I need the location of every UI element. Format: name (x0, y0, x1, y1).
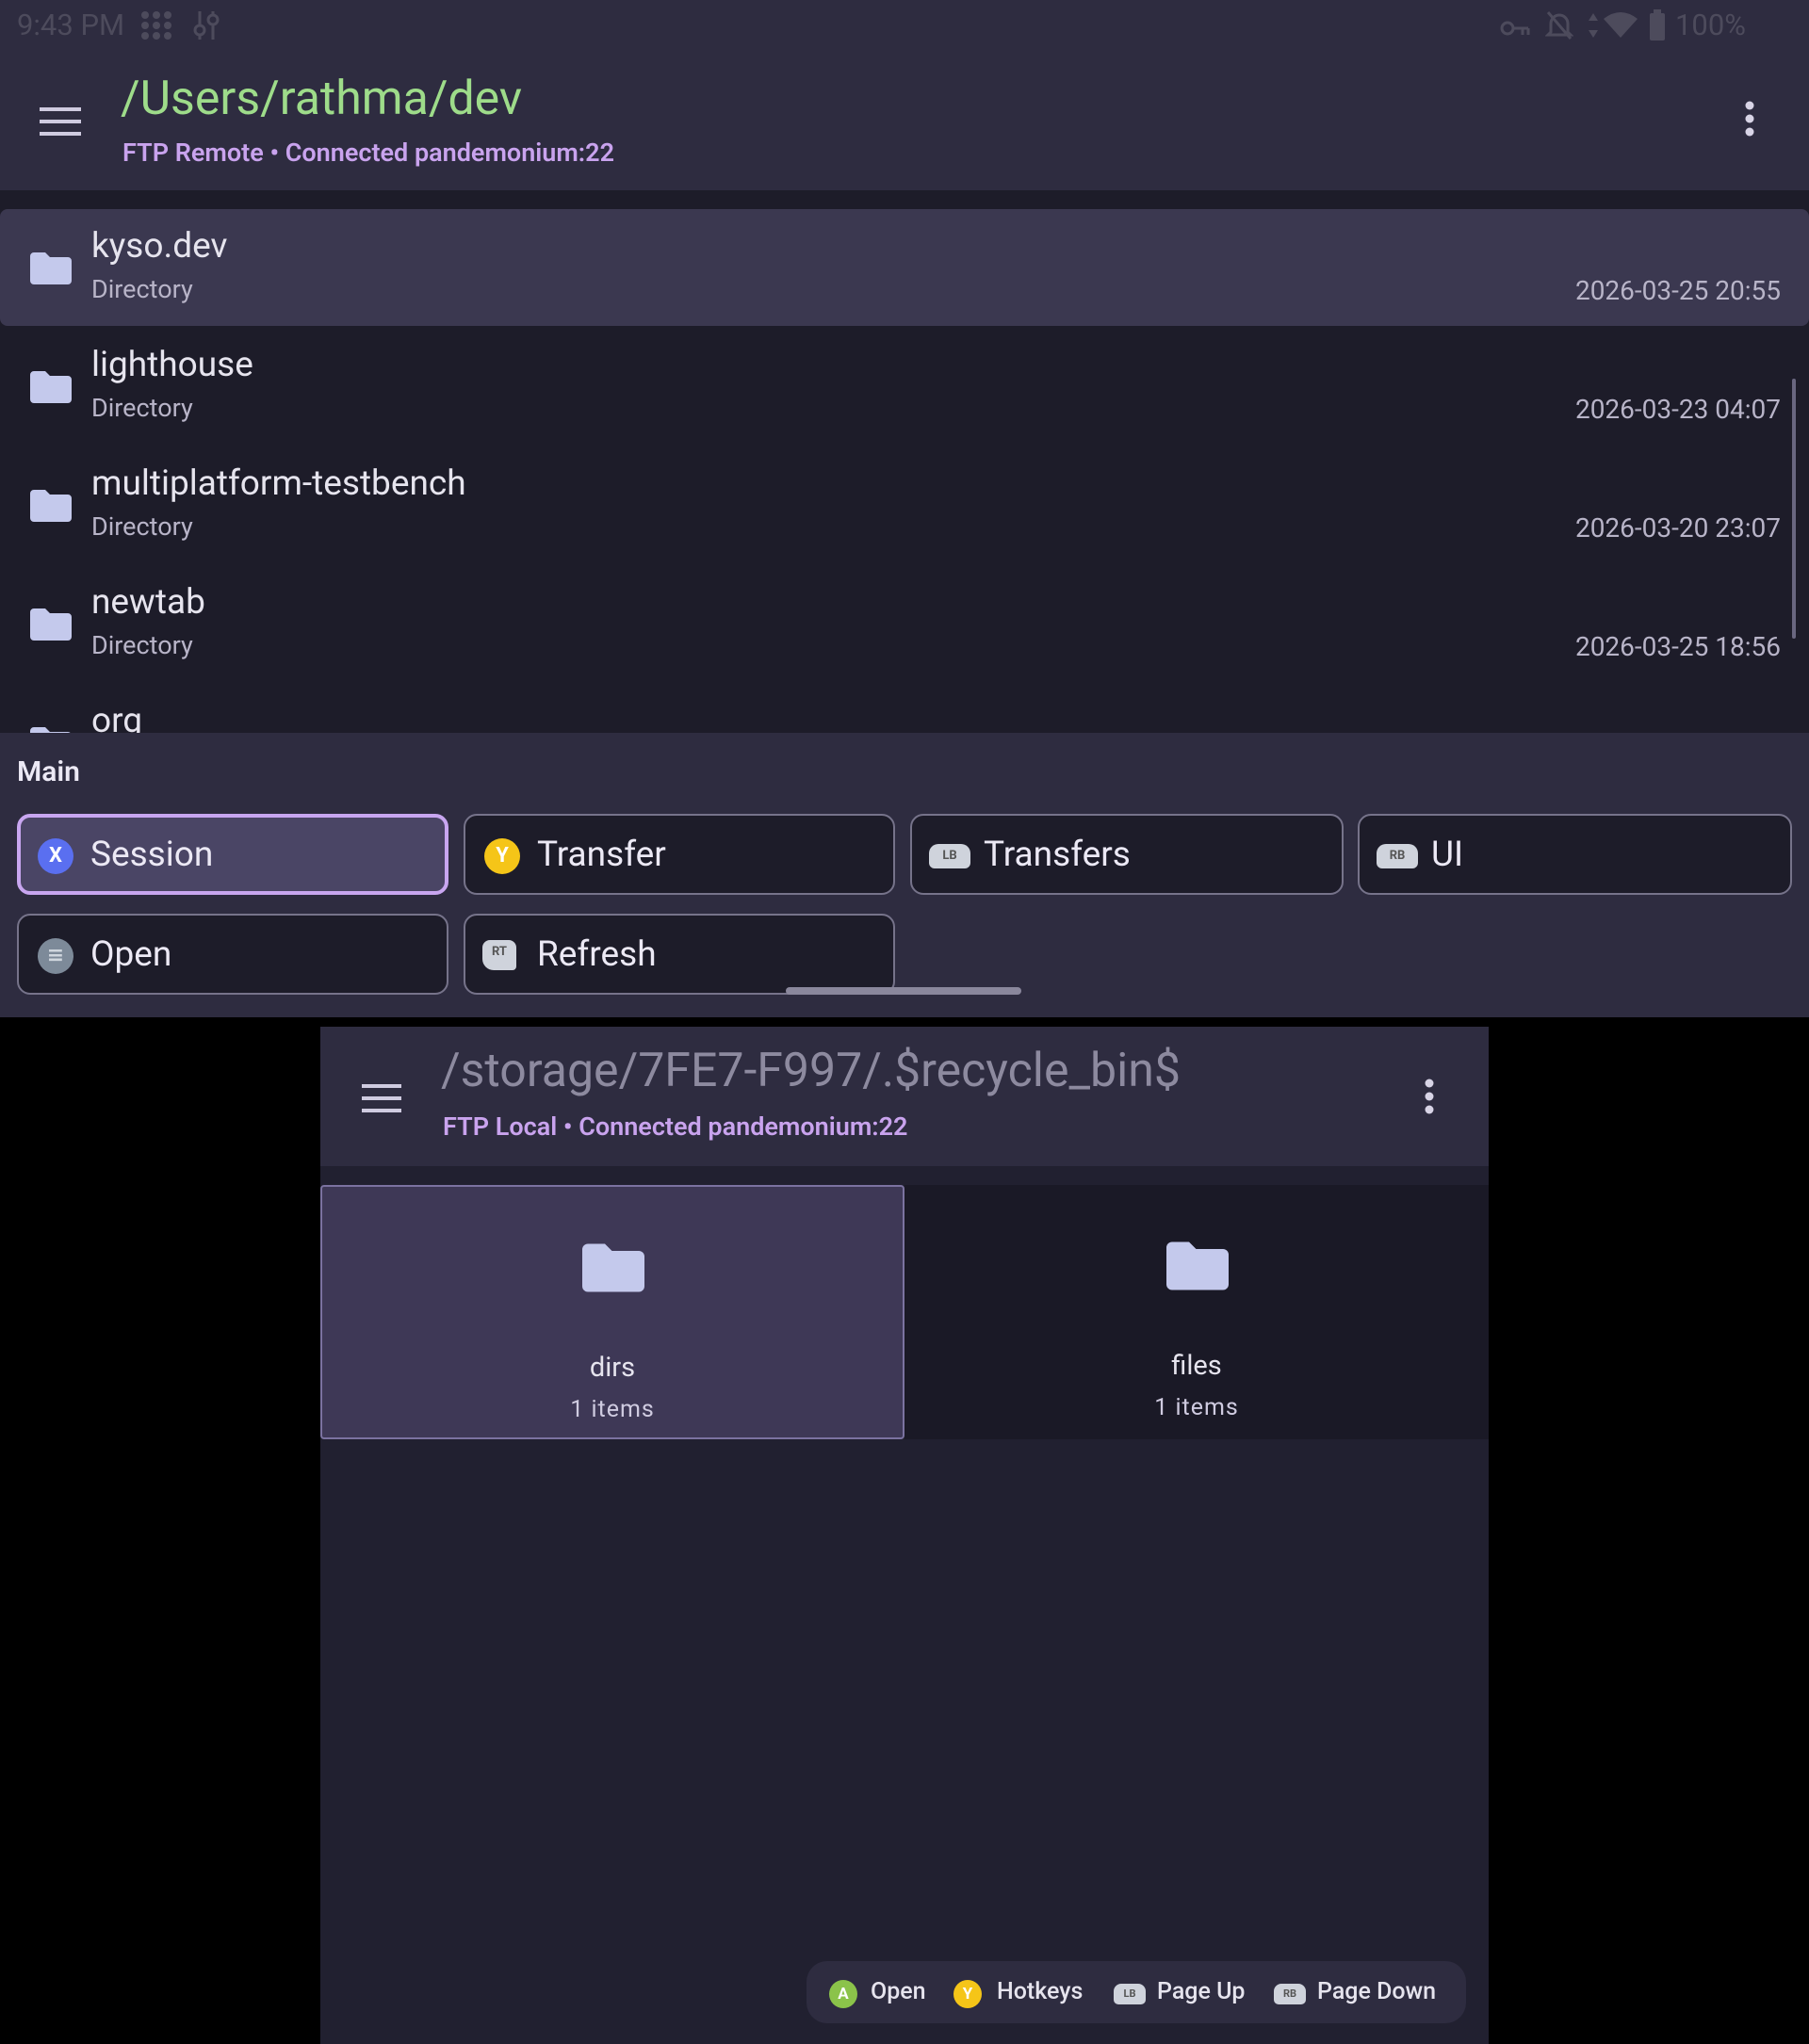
list-item[interactable]: kyso.dev Directory 2026-03-25 20:55 (0, 209, 1809, 326)
folder-icon (30, 252, 72, 288)
folder-icon (1166, 1241, 1229, 1294)
hotkey-sheet: Main X Session Y Transfer LB Transfers R… (0, 733, 1809, 1017)
refresh-button[interactable]: RT Refresh (464, 914, 895, 995)
button-label: Session (90, 835, 214, 875)
more-vert-icon[interactable] (1423, 1078, 1436, 1119)
sheet-title: Main (17, 755, 80, 788)
entry-date: 2026-03-25 20:55 (1574, 275, 1781, 306)
button-label: Transfers (984, 835, 1131, 875)
entry-name: lighthouse (91, 345, 253, 385)
entry-date: 2026-03-23 04:07 (1574, 394, 1781, 425)
entry-type: Directory (91, 274, 193, 304)
drag-handle[interactable] (786, 987, 1021, 995)
tile-name: dirs (589, 1352, 636, 1384)
rt-button-icon: RT (482, 940, 516, 970)
menu-icon[interactable] (362, 1083, 403, 1117)
entry-date: 2026-03-25 18:56 (1574, 631, 1781, 662)
notifications-off-icon (1544, 9, 1574, 49)
session-button[interactable]: X Session (17, 814, 448, 895)
tile-count: 1 items (570, 1396, 655, 1423)
folder-icon (30, 371, 72, 407)
folder-icon (30, 608, 72, 644)
local-pane: /storage/7FE7-F997/.$recycle_bin$ FTP Lo… (320, 1027, 1489, 2044)
entry-name: kyso.dev (91, 226, 228, 267)
hint-page-down: Page Down (1317, 1978, 1437, 2005)
button-label: Refresh (537, 934, 657, 975)
hint-hotkeys: Hotkeys (997, 1978, 1084, 2005)
local-app-bar: /storage/7FE7-F997/.$recycle_bin$ FTP Lo… (320, 1027, 1489, 1166)
tune-icon (192, 9, 220, 49)
rb-button-icon: RB (1274, 1984, 1306, 2004)
folder-icon (30, 490, 72, 526)
y-button-icon: Y (953, 1980, 982, 2008)
hint-open: Open (871, 1978, 926, 2005)
entry-type: Directory (91, 630, 193, 660)
remote-connection-subtitle: FTP Remote • Connected pandemonium:22 (122, 138, 615, 168)
controller-hints-bar: A Open Y Hotkeys LB Page Up RB Page Down (807, 1961, 1466, 2023)
vpn-key-icon (1500, 13, 1530, 48)
entry-name: newtab (91, 582, 205, 623)
list-item[interactable]: org (0, 684, 1809, 733)
data-transfer-icon (1587, 11, 1600, 47)
a-button-icon: A (829, 1980, 857, 2008)
remote-file-list[interactable]: kyso.dev Directory 2026-03-25 20:55 ligh… (0, 190, 1809, 733)
menu-icon[interactable] (40, 105, 83, 141)
status-bar: 9:43 PM 100% (0, 0, 1809, 53)
button-label: Transfer (537, 835, 666, 875)
entry-name: org (91, 701, 143, 733)
grid-tile[interactable]: dirs 1 items (320, 1185, 904, 1439)
open-button[interactable]: ≡ Open (17, 914, 448, 995)
entry-date: 2026-03-20 23:07 (1574, 512, 1781, 543)
scrollbar[interactable] (1792, 379, 1796, 639)
status-time: 9:43 PM (17, 8, 125, 42)
tile-count: 1 items (1154, 1394, 1239, 1421)
more-vert-icon[interactable] (1743, 100, 1756, 141)
apps-grid-icon (139, 9, 173, 49)
remote-path-title: /Users/rathma/dev (121, 72, 523, 126)
wifi-icon (1602, 11, 1639, 47)
remote-app-bar: /Users/rathma/dev FTP Remote • Connected… (0, 53, 1809, 190)
rb-button-icon: RB (1377, 844, 1418, 868)
hint-page-up: Page Up (1157, 1978, 1246, 2005)
button-label: Open (90, 934, 172, 975)
list-item[interactable]: multiplatform-testbench Directory 2026-0… (0, 446, 1809, 563)
entry-type: Directory (91, 393, 193, 423)
battery-icon (1649, 9, 1666, 49)
ui-button[interactable]: RB UI (1358, 814, 1792, 895)
menu-button-icon: ≡ (38, 938, 73, 974)
entry-type: Directory (91, 511, 193, 542)
tile-name: files (1171, 1350, 1222, 1382)
button-label: UI (1431, 835, 1464, 875)
transfer-button[interactable]: Y Transfer (464, 814, 895, 895)
transfers-button[interactable]: LB Transfers (910, 814, 1344, 895)
folder-icon (582, 1243, 644, 1296)
grid-tile[interactable]: files 1 items (904, 1185, 1489, 1439)
lb-button-icon: LB (1114, 1984, 1146, 2004)
lb-button-icon: LB (929, 844, 970, 868)
list-item[interactable]: lighthouse Directory 2026-03-23 04:07 (0, 328, 1809, 445)
list-item[interactable]: newtab Directory 2026-03-25 18:56 (0, 565, 1809, 682)
x-button-icon: X (38, 838, 73, 874)
battery-percent: 100% (1675, 8, 1746, 42)
local-connection-subtitle: FTP Local • Connected pandemonium:22 (443, 1111, 908, 1142)
local-path-title: /storage/7FE7-F997/.$recycle_bin$ (441, 1044, 1181, 1098)
entry-name: multiplatform-testbench (91, 463, 466, 504)
y-button-icon: Y (484, 838, 520, 874)
remote-pane: 9:43 PM 100% /Users/rathma/dev FTP Remot… (0, 0, 1809, 1017)
